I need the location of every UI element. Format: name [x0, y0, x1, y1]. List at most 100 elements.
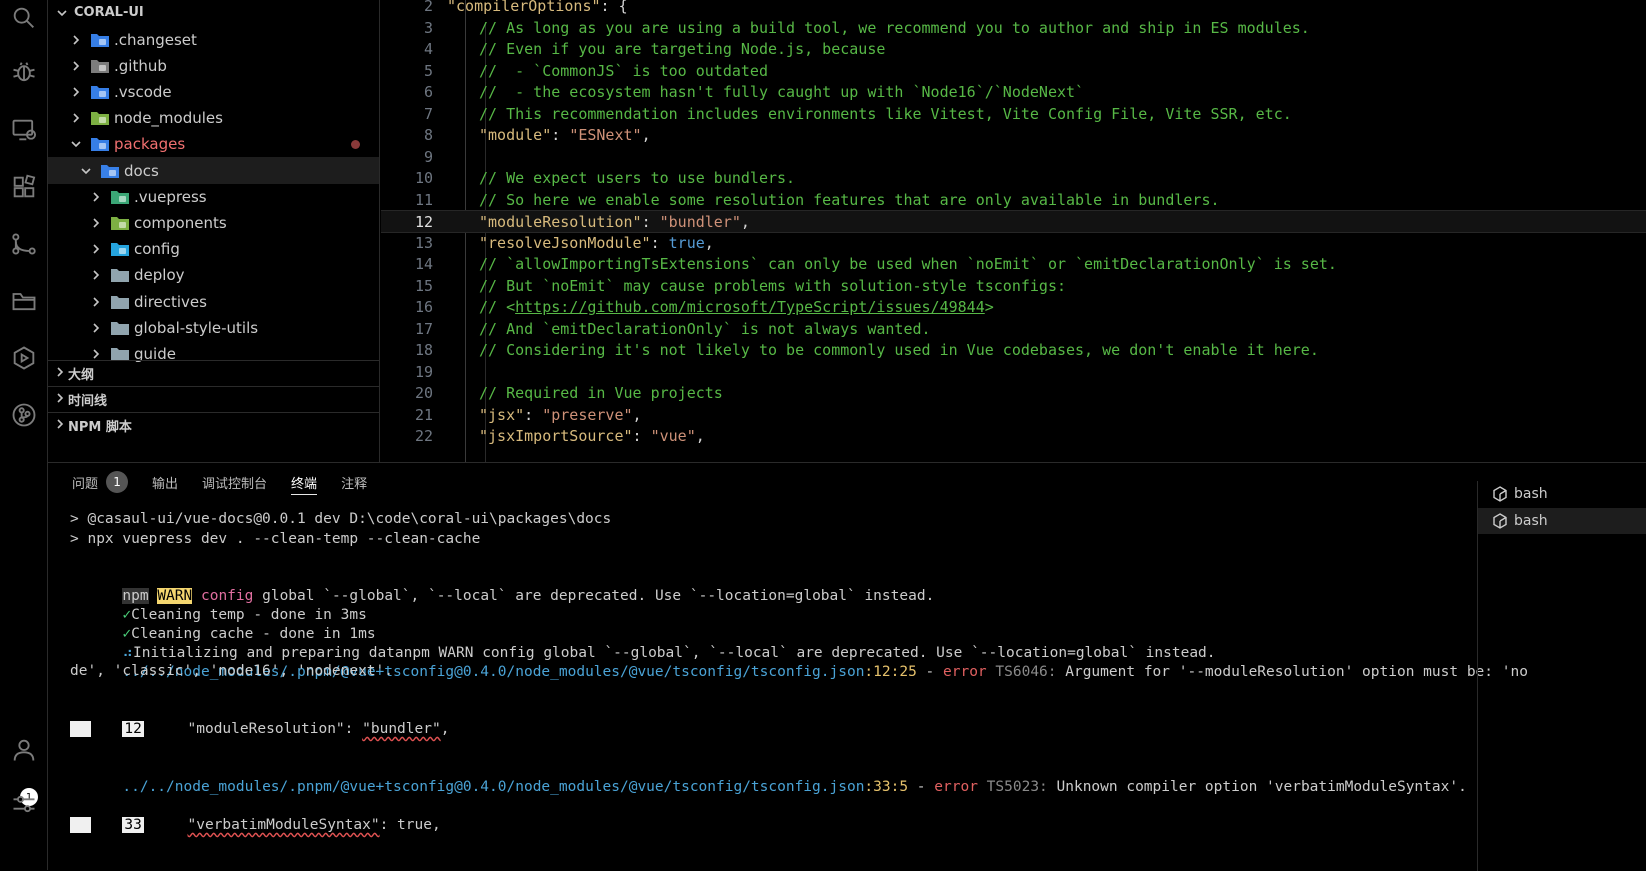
- search-icon[interactable]: [0, 0, 48, 42]
- line-number: 15: [414, 276, 433, 295]
- problems-badge: 1: [106, 471, 129, 493]
- terminal-instance[interactable]: bash: [1478, 508, 1646, 534]
- panel-tab[interactable]: 输出: [152, 463, 178, 501]
- line-number: 21: [414, 405, 433, 424]
- terminal-line: ../../node_modules/.pnpm/@vue+tsconfig@0…: [70, 757, 1466, 795]
- snippet-colon: :: [344, 721, 363, 737]
- code-line[interactable]: 17 // And `emitDeclarationOnly` is not al…: [381, 318, 1646, 341]
- chevron-right-icon: [54, 366, 66, 382]
- comment: // `allowImportingTsExtensions` can only…: [479, 255, 1337, 273]
- tree-item[interactable]: packages: [48, 131, 379, 158]
- settings-icon[interactable]: [0, 780, 48, 828]
- comment: // We expect users to use bundlers.: [479, 169, 796, 187]
- code-line[interactable]: 12 "moduleResolution": "bundler",: [381, 210, 1646, 233]
- code-line[interactable]: 16 // <https://github.com/microsoft/TypeS…: [381, 296, 1646, 319]
- line-number: 10: [414, 169, 433, 187]
- tree-item[interactable]: config: [48, 236, 379, 263]
- json-key: "jsx": [479, 405, 525, 424]
- sidebar-section[interactable]: 时间线: [48, 386, 379, 412]
- code-line[interactable]: 3 // As long as you are using a build too…: [381, 17, 1646, 40]
- tree-item-label: directives: [134, 292, 207, 311]
- line-number: 14: [414, 255, 433, 273]
- code-line[interactable]: 22 "jsxImportSource": "vue",: [381, 425, 1646, 448]
- tree-item-label: .vuepress: [134, 187, 207, 206]
- code-line[interactable]: 8 "module": "ESNext",: [381, 124, 1646, 147]
- terminal-bash-icon: [1493, 513, 1507, 529]
- docs-folder-icon: [100, 163, 120, 179]
- panel-tab[interactable]: 终端: [291, 463, 318, 501]
- code-content: "module": "ESNext",: [479, 126, 651, 144]
- sidebar-section[interactable]: 大纲: [48, 360, 379, 386]
- remote-explorer-icon[interactable]: [0, 106, 48, 154]
- json-key: "compilerOptions": [447, 0, 601, 15]
- line-number: 5: [423, 61, 433, 80]
- line-number: 11: [414, 190, 433, 209]
- panel-tab-label: 调试控制台: [202, 476, 268, 492]
- code-line[interactable]: 9: [381, 146, 1646, 169]
- code-content: // And `emitDeclarationOnly` is not alwa…: [479, 318, 931, 341]
- chevron-right-icon: [68, 110, 84, 126]
- terminal-line: 12 "moduleResolution": "bundler",: [70, 699, 449, 737]
- chevron-right-icon: [54, 392, 66, 408]
- error-file-path[interactable]: ../../node_modules/.pnpm/@vue+tsconfig@0…: [122, 779, 864, 795]
- snippet-value: "bundler": [362, 721, 441, 737]
- tree-item[interactable]: .vscode: [48, 78, 379, 105]
- line-number: 22: [414, 427, 433, 445]
- code-line[interactable]: 2 "compilerOptions": {: [381, 0, 1646, 18]
- tree-item[interactable]: directives: [48, 288, 379, 315]
- tree-item[interactable]: global-style-utils: [48, 314, 379, 341]
- debug-icon[interactable]: [0, 48, 48, 96]
- code-line[interactable]: 21 "jsx": "preserve",: [381, 404, 1646, 427]
- line-number: 13: [414, 233, 433, 252]
- account-icon[interactable]: [0, 726, 48, 774]
- code-line[interactable]: 20 // Required in Vue projects: [381, 382, 1646, 405]
- tree-item[interactable]: components: [48, 209, 379, 236]
- tree-item[interactable]: .changeset: [48, 26, 379, 53]
- git-graph-icon[interactable]: [0, 391, 48, 439]
- terminal-line: de', 'classic', 'node16', 'nodenext'.: [70, 663, 394, 679]
- code-line[interactable]: 15 // But `noEmit` may cause problems wit…: [381, 275, 1646, 298]
- panel-tab[interactable]: 注释: [341, 463, 367, 501]
- tree-item-label: .github: [114, 56, 167, 75]
- code-line[interactable]: 18 // Considering it's not likely to be c…: [381, 339, 1646, 362]
- line-number: 4: [423, 40, 433, 58]
- code-content: "resolveJsonModule": true,: [479, 233, 714, 252]
- terminal-output[interactable]: > @casaul-ui/vue-docs@0.0.1 dev D:\code\…: [70, 509, 1570, 869]
- code-line[interactable]: 7 // This recommendation includes environ…: [381, 103, 1646, 126]
- code-line[interactable]: 10 // We expect users to use bundlers.: [381, 167, 1646, 190]
- comment-link: https://github.com/microsoft/TypeScript/…: [515, 298, 985, 316]
- tree-item[interactable]: .vuepress: [48, 183, 379, 210]
- code-line[interactable]: 4 // Even if you are targeting Node.js, b…: [381, 38, 1646, 61]
- tree-item[interactable]: deploy: [48, 262, 379, 289]
- error-code: TS5023:: [977, 779, 1048, 795]
- terminal-instance[interactable]: bash: [1478, 481, 1646, 507]
- run-tests-icon[interactable]: [0, 334, 48, 382]
- sidebar-section[interactable]: NPM 脚本: [48, 412, 379, 438]
- snippet-key: "moduleResolution": [187, 721, 345, 737]
- code-line[interactable]: 6 // - the ecosystem hasn't fully caught …: [381, 81, 1646, 104]
- panel-tab[interactable]: 问题 1: [72, 463, 129, 501]
- panel-tab[interactable]: 调试控制台: [202, 463, 267, 501]
- terminal-line: [70, 815, 92, 835]
- explorer-sidebar: CORAL-UI .changeset .github .vscode node_mo…: [48, 0, 380, 462]
- code-editor[interactable]: 2 "compilerOptions": {3 // As long as you …: [381, 0, 1646, 462]
- extensions-icon[interactable]: [0, 163, 48, 211]
- code-line[interactable]: 14 // `allowImportingTsExtensions` can on…: [381, 253, 1646, 276]
- explorer-root[interactable]: CORAL-UI: [48, 0, 379, 26]
- tree-item[interactable]: node_modules: [48, 105, 379, 132]
- line-number: 12: [414, 213, 433, 231]
- comment: // Required in Vue projects: [479, 384, 723, 402]
- code-line[interactable]: 5 // - `CommonJS` is too outdated: [381, 60, 1646, 83]
- code-line[interactable]: 13 "resolveJsonModule": true,: [381, 232, 1646, 255]
- tree-item[interactable]: .github: [48, 52, 379, 79]
- folder-view-icon[interactable]: [0, 277, 48, 325]
- chevron-right-icon: [88, 294, 104, 310]
- terminal-line: ../../node_modules/.pnpm/@vue+tsconfig@0…: [70, 642, 1528, 680]
- comment: >: [984, 298, 994, 316]
- code-line[interactable]: 11 // So here we enable some resolution f…: [381, 189, 1646, 212]
- snippet-line-number-fill: [70, 721, 92, 737]
- code-line[interactable]: 19: [381, 361, 1646, 384]
- source-control-icon[interactable]: [0, 220, 48, 268]
- tree-item-label: docs: [124, 161, 159, 180]
- tree-item[interactable]: docs: [48, 157, 379, 184]
